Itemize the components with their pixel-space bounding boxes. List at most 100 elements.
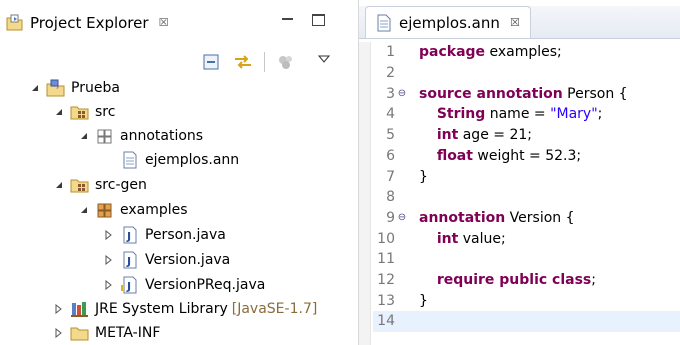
code-line[interactable]: 5 int age = 21; [373,125,680,146]
line-number: 13 [377,292,395,309]
code-line[interactable]: 7} [373,166,680,187]
project-explorer-view: Project Explorer ☒ J Prueba src annotati… [0,0,343,345]
tree-item-label: Prueba [71,80,120,96]
keyword-token: require public class [436,272,592,289]
line-number: 4 [386,106,395,123]
expanded-arrow-icon[interactable] [28,77,42,99]
tree-item-meta-inf[interactable]: META-INF [52,322,160,344]
tree-item-version-java[interactable]: J Version.java [102,249,230,271]
file-icon [120,150,140,170]
code-line[interactable]: 3 ⊖ source annotation Person { [373,83,680,104]
source-folder-icon [70,175,90,195]
code-text: } [407,293,428,309]
collapsed-arrow-icon[interactable] [102,224,116,246]
tree-item-label: ejemplos.ann [145,152,240,168]
close-icon[interactable]: ☒ [157,16,171,30]
tree-item-versionpreq-java[interactable]: J VersionPReq.java [102,274,265,296]
expanded-arrow-icon[interactable] [52,174,66,196]
code-line[interactable]: 1 package examples; [373,42,680,63]
line-number: 14 [377,313,395,330]
java-file-icon: J [120,250,140,270]
code-editor[interactable]: 1 package examples; 2 3 ⊖ source annotation P… [359,42,680,345]
keyword-token: package [419,44,486,61]
tree-item-src[interactable]: src [52,101,115,123]
code-token: examples; [485,44,562,61]
code-token: age = 21; [458,127,532,144]
collapsed-arrow-icon[interactable] [102,274,116,296]
expanded-arrow-icon[interactable] [52,101,66,123]
code-text: int age = 21; [407,127,532,143]
string-token: "Mary" [550,106,598,123]
tree-item-label: src-gen [95,177,147,193]
code-token: value; [458,230,506,247]
code-line[interactable]: 8 [373,187,680,208]
tree-item-label: Person.java [145,227,226,243]
tree-item-src-gen[interactable]: src-gen [52,174,147,196]
code-text: require public class; [407,272,596,288]
view-menu-icon[interactable] [317,52,331,63]
line-number: 5 [386,127,395,144]
editor-tab-bar: ejemplos.ann ☒ [359,6,680,39]
tree-item-label: META-INF [95,325,161,341]
maximize-icon[interactable] [312,14,325,26]
fold-collapse-icon[interactable]: ⊖ [397,88,407,99]
minimize-icon[interactable] [280,13,294,27]
expanded-arrow-icon[interactable] [77,199,91,221]
code-line[interactable]: 10 int value; [373,228,680,249]
tree-item-prueba[interactable]: J Prueba [28,77,120,99]
close-icon[interactable]: ☒ [508,16,522,30]
tree-item-ejemplos[interactable]: ejemplos.ann [102,149,239,171]
editor-tab-ejemplos-ann[interactable]: ejemplos.ann ☒ [365,6,531,38]
keyword-token: annotation [419,209,506,226]
collapsed-arrow-icon[interactable] [52,322,66,344]
tree-item-person-java[interactable]: J Person.java [102,224,226,246]
line-number: 8 [386,189,395,206]
code-token: ; [597,106,603,123]
collapse-all-icon[interactable] [200,51,222,73]
jre-version-decoration: [JavaSE-1.7] [231,301,318,317]
tree-item-jre-system-library[interactable]: JRE System Library [JavaSE-1.7] [52,298,317,320]
code-line[interactable]: 13} [373,290,680,311]
code-token: ; [591,272,596,289]
fold-collapse-icon[interactable]: ⊖ [397,212,407,223]
link-with-editor-icon[interactable] [232,51,254,73]
code-line[interactable]: 11 [373,249,680,270]
source-folder-icon [70,102,90,122]
line-number: 10 [377,230,395,247]
keyword-token: int [436,230,459,247]
code-line[interactable]: 9 ⊖ annotation Version { [373,208,680,229]
line-number: 3 [386,85,395,102]
tree-item-label: examples [120,202,188,218]
svg-text:J: J [126,280,131,293]
editor-tab-title: ejemplos.ann [399,13,500,32]
collapsed-arrow-icon[interactable] [102,249,116,271]
code-line[interactable]: 6 float weight = 52.3; [373,146,680,167]
line-number: 9 [386,209,395,226]
code-line[interactable]: 4 String name = "Mary"; [373,104,680,125]
tree-item-examples[interactable]: examples [77,199,188,221]
tree-item-label: JRE System Library [95,301,228,317]
file-icon [374,13,394,33]
svg-text:J: J [126,230,131,243]
project-explorer-tab[interactable]: Project Explorer ☒ [5,7,171,38]
tree-item-label: src [95,104,116,120]
focus-on-task-icon[interactable] [275,51,297,73]
code-line[interactable]: 14 [373,311,680,332]
code-line[interactable]: 2 [373,63,680,84]
java-file-icon: J [120,275,140,295]
toolbar-separator [264,52,265,72]
tree-item-annotations[interactable]: annotations [77,125,203,147]
expanded-arrow-icon[interactable] [77,125,91,147]
collapsed-arrow-icon[interactable] [52,298,66,320]
keyword-token: int [436,127,459,144]
code-line[interactable]: 12 require public class; [373,270,680,291]
tree-item-label: VersionPReq.java [145,277,266,293]
java-project-icon: J [46,78,66,98]
project-explorer-icon [5,13,25,33]
code-text: annotation Version { [407,210,575,226]
line-number: 6 [386,147,395,164]
